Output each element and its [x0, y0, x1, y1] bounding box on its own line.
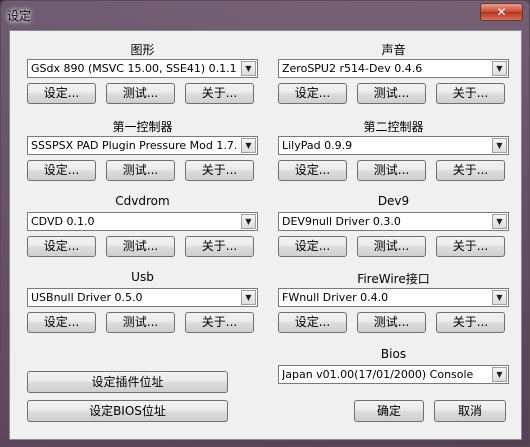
plugin-label: Dev9 — [377, 194, 410, 208]
plugin-label: 第一控制器 — [112, 120, 173, 134]
plugin-label: 第二控制器 — [363, 120, 424, 134]
configure-button[interactable]: 设定... — [278, 83, 347, 104]
window-title: 设定 — [7, 9, 32, 23]
about-button[interactable]: 关于... — [436, 160, 505, 181]
test-button[interactable]: 测试... — [357, 83, 426, 104]
about-button[interactable]: 关于... — [185, 312, 254, 333]
plugin-label: 声音 — [381, 43, 406, 57]
configure-button[interactable]: 设定... — [27, 160, 96, 181]
plugin-select-value: DEV9null Driver 0.3.0 — [282, 215, 401, 228]
about-button[interactable]: 关于... — [436, 312, 505, 333]
settings-window: 设定 ✕ 图形 GSdx 890 (MSVC 15.00, SSE41) 0.1… — [0, 0, 530, 447]
about-button[interactable]: 关于... — [185, 83, 254, 104]
test-button[interactable]: 测试... — [357, 312, 426, 333]
bios-select-value: Japan v01.00(17/01/2000) Console — [282, 368, 474, 381]
cancel-button[interactable]: 取消 — [434, 400, 506, 422]
plugin-select-value: CDVD 0.1.0 — [31, 215, 95, 228]
plugin-label: FireWire接口 — [357, 272, 430, 286]
close-icon: ✕ — [496, 5, 507, 19]
chevron-down-icon[interactable]: ▼ — [241, 214, 256, 229]
chevron-down-icon[interactable]: ▼ — [241, 138, 256, 153]
test-button[interactable]: 测试... — [106, 236, 175, 257]
plugin-label: Usb — [131, 270, 154, 284]
chevron-down-icon[interactable]: ▼ — [492, 61, 507, 76]
configure-button[interactable]: 设定... — [27, 312, 96, 333]
plugin-select-dev9[interactable]: DEV9null Driver 0.3.0 ▼ — [278, 212, 509, 231]
plugin-select-value: GSdx 890 (MSVC 15.00, SSE41) 0.1.14 — [31, 62, 236, 75]
plugin-select-value: FWnull Driver 0.4.0 — [282, 291, 389, 304]
plugin-select-usb[interactable]: USBnull Driver 0.5.0 ▼ — [27, 288, 258, 307]
plugin-select-value: LilyPad 0.9.9 — [282, 139, 353, 152]
chevron-down-icon[interactable]: ▼ — [241, 61, 256, 76]
plugin-label: 图形 — [130, 43, 155, 57]
about-button[interactable]: 关于... — [185, 160, 254, 181]
bios-select[interactable]: Japan v01.00(17/01/2000) Console ▼ — [278, 365, 509, 384]
close-button[interactable]: ✕ — [480, 3, 523, 21]
chevron-down-icon[interactable]: ▼ — [241, 290, 256, 305]
dialog-client-area: 图形 GSdx 890 (MSVC 15.00, SSE41) 0.1.14 ▼… — [9, 30, 522, 440]
set-plugin-path-button[interactable]: 设定插件位址 — [27, 371, 228, 393]
title-bar[interactable]: 设定 ✕ — [1, 1, 529, 27]
plugin-label: Cdvdrom — [115, 194, 170, 208]
plugin-select-value: SSSPSX PAD Plugin Pressure Mod 1.7.0 — [31, 139, 236, 152]
ok-button[interactable]: 确定 — [354, 400, 424, 422]
about-button[interactable]: 关于... — [436, 83, 505, 104]
plugin-select-graphics[interactable]: GSdx 890 (MSVC 15.00, SSE41) 0.1.14 ▼ — [27, 59, 258, 78]
configure-button[interactable]: 设定... — [278, 160, 347, 181]
plugin-select-value: ZeroSPU2 r514-Dev 0.4.6 — [282, 62, 423, 75]
bios-label: Bios — [380, 347, 407, 361]
plugin-select-cdvd[interactable]: CDVD 0.1.0 ▼ — [27, 212, 258, 231]
about-button[interactable]: 关于... — [185, 236, 254, 257]
chevron-down-icon[interactable]: ▼ — [492, 367, 507, 382]
test-button[interactable]: 测试... — [357, 236, 426, 257]
configure-button[interactable]: 设定... — [278, 312, 347, 333]
test-button[interactable]: 测试... — [106, 83, 175, 104]
plugin-select-firewire[interactable]: FWnull Driver 0.4.0 ▼ — [278, 288, 509, 307]
chevron-down-icon[interactable]: ▼ — [492, 290, 507, 305]
about-button[interactable]: 关于... — [436, 236, 505, 257]
configure-button[interactable]: 设定... — [278, 236, 347, 257]
set-bios-path-button[interactable]: 设定BIOS位址 — [27, 400, 228, 422]
plugin-select-sound[interactable]: ZeroSPU2 r514-Dev 0.4.6 ▼ — [278, 59, 509, 78]
test-button[interactable]: 测试... — [106, 160, 175, 181]
configure-button[interactable]: 设定... — [27, 236, 96, 257]
test-button[interactable]: 测试... — [357, 160, 426, 181]
plugin-select-pad2[interactable]: LilyPad 0.9.9 ▼ — [278, 136, 509, 155]
chevron-down-icon[interactable]: ▼ — [492, 214, 507, 229]
configure-button[interactable]: 设定... — [27, 83, 96, 104]
plugin-select-value: USBnull Driver 0.5.0 — [31, 291, 143, 304]
chevron-down-icon[interactable]: ▼ — [492, 138, 507, 153]
test-button[interactable]: 测试... — [106, 312, 175, 333]
plugin-select-pad1[interactable]: SSSPSX PAD Plugin Pressure Mod 1.7.0 ▼ — [27, 136, 258, 155]
